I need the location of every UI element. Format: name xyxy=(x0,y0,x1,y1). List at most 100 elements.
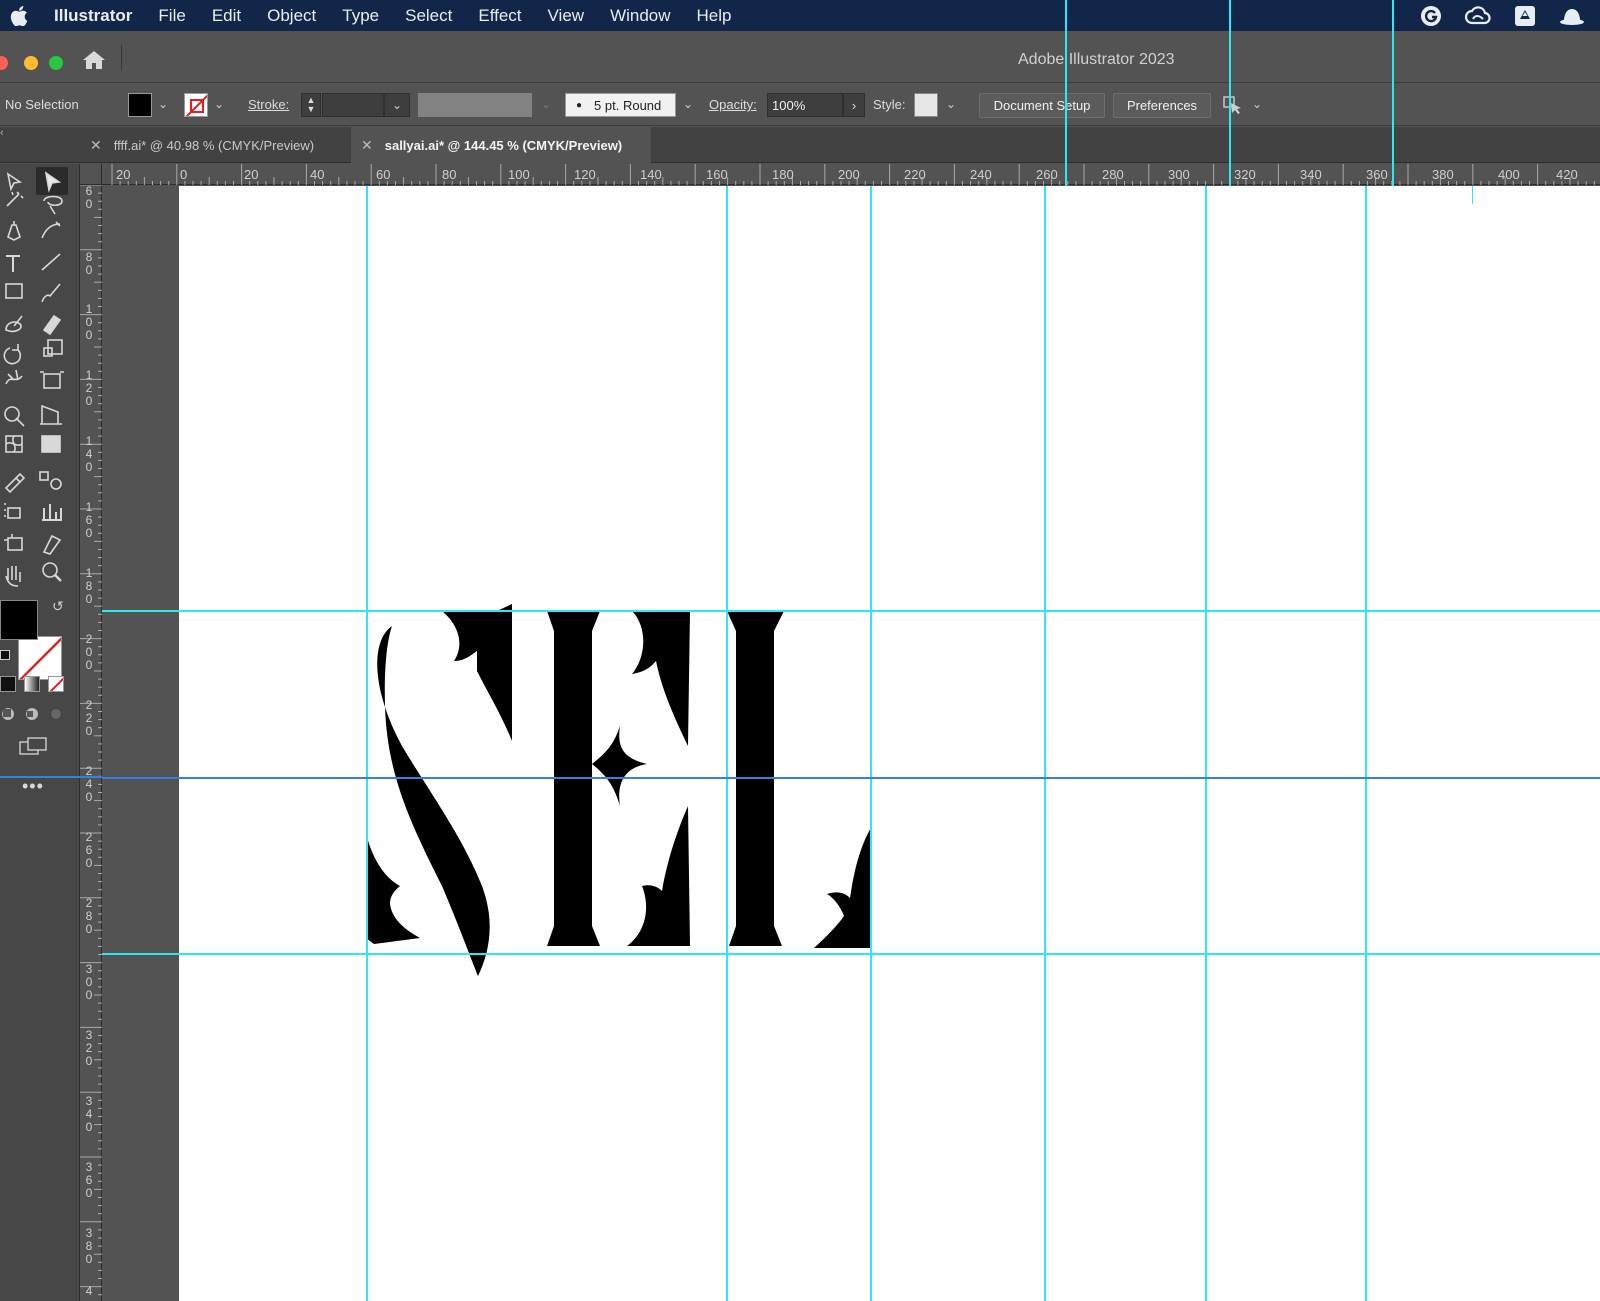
brush-dropdown-chevron-icon[interactable]: ⌄ xyxy=(683,97,693,111)
document-tab-bar: ‹ ✕ ffff.ai* @ 40.98 % (CMYK/Preview) ✕ … xyxy=(0,127,1600,163)
ruler-label: 100 xyxy=(85,302,93,342)
window-minimize-button[interactable] xyxy=(24,56,38,70)
letter-s-top xyxy=(442,604,512,741)
ruler-label: 240 xyxy=(85,764,93,804)
ruler-label: 120 xyxy=(574,167,596,182)
fill-swatch[interactable] xyxy=(128,93,152,117)
brush-dot-icon: ● xyxy=(576,99,583,111)
guide-vertical-extension xyxy=(1392,0,1394,186)
tab-label: sallyai.ai* @ 144.45 % (CMYK/Preview) xyxy=(384,137,623,153)
artwork-letters-sel[interactable] xyxy=(102,186,1600,1301)
guide-vertical[interactable] xyxy=(1205,186,1207,1301)
edit-toolbar-more-icon[interactable]: ••• xyxy=(22,776,44,797)
ruler-origin[interactable] xyxy=(80,164,102,185)
stroke-color-proxy[interactable] xyxy=(18,636,62,680)
tab-close-icon[interactable]: ✕ xyxy=(90,137,102,154)
swap-fill-stroke-icon[interactable]: ↺ xyxy=(52,598,64,615)
letter-e-top-arm xyxy=(632,611,690,746)
menu-type[interactable]: Type xyxy=(342,6,379,26)
stroke-weight-dropdown[interactable]: ⌄ xyxy=(384,93,410,117)
stroke-weight-stepper[interactable]: ▲ ▼ xyxy=(301,93,321,117)
google-drive-icon[interactable] xyxy=(1514,5,1536,27)
opacity-label[interactable]: Opacity: xyxy=(709,97,757,112)
horizontal-ruler[interactable]: 20 0 20 40 60 80 100 120 140 160 180 200… xyxy=(102,164,1600,185)
none-mode-icon[interactable] xyxy=(48,676,64,692)
draw-modes-icon[interactable] xyxy=(0,706,70,727)
guide-vertical[interactable] xyxy=(870,186,872,1301)
profile-dropdown-chevron-icon[interactable]: ⌄ xyxy=(541,97,551,111)
preferences-button[interactable]: Preferences xyxy=(1113,93,1211,118)
arrange-dropdown-chevron-icon[interactable]: ⌄ xyxy=(1252,97,1262,111)
user-hat-icon[interactable] xyxy=(1558,5,1586,27)
guide-horizontal[interactable] xyxy=(102,953,1600,955)
guide-vertical-extension xyxy=(1065,0,1067,186)
document-setup-button[interactable]: Document Setup xyxy=(979,93,1105,118)
ruler-label: 80 xyxy=(85,250,93,277)
ruler-label: 380 xyxy=(1432,167,1454,182)
menu-app-name[interactable]: Illustrator xyxy=(54,6,132,26)
ruler-label: 300 xyxy=(85,962,93,1002)
tab-ffff[interactable]: ✕ ffff.ai* @ 40.98 % (CMYK/Preview) xyxy=(80,127,350,163)
tab-sallyai[interactable]: ✕ sallyai.ai* @ 144.45 % (CMYK/Preview) xyxy=(351,127,651,163)
stroke-label[interactable]: Stroke: xyxy=(248,97,289,112)
ruler-label: 60 xyxy=(376,167,391,182)
variable-width-profile[interactable] xyxy=(418,93,532,117)
menu-help[interactable]: Help xyxy=(697,6,732,26)
ruler-label: 260 xyxy=(85,830,93,870)
menu-select[interactable]: Select xyxy=(405,6,452,26)
style-dropdown-chevron-icon[interactable]: ⌄ xyxy=(946,97,956,111)
ruler-label: 60 xyxy=(85,184,93,211)
guide-horizontal-selected[interactable] xyxy=(102,777,1600,779)
ruler-label: 140 xyxy=(640,167,662,182)
stroke-weight-input[interactable] xyxy=(322,93,384,117)
guide-vertical[interactable] xyxy=(1365,186,1367,1301)
guide-horizontal[interactable] xyxy=(102,610,1600,612)
screen-mode-icon[interactable] xyxy=(18,736,48,761)
gradient-mode-icon[interactable] xyxy=(24,676,40,692)
creative-cloud-sync-icon[interactable] xyxy=(1464,5,1492,27)
guide-marker xyxy=(1472,186,1473,204)
home-icon[interactable] xyxy=(82,49,106,76)
app-title-bar: Adobe Illustrator 2023 xyxy=(0,31,1600,83)
ruler-label: 220 xyxy=(85,698,93,738)
brush-value: 5 pt. Round xyxy=(594,97,662,113)
window-zoom-button[interactable] xyxy=(49,56,63,70)
style-label: Style: xyxy=(873,97,906,112)
graphic-style-swatch[interactable] xyxy=(914,93,938,117)
opacity-input[interactable]: 100% xyxy=(767,93,843,117)
ruler-label: 320 xyxy=(85,1028,93,1068)
grammarly-icon[interactable] xyxy=(1420,5,1442,27)
menu-file[interactable]: File xyxy=(158,6,185,26)
menu-effect[interactable]: Effect xyxy=(478,6,521,26)
menu-edit[interactable]: Edit xyxy=(212,6,241,26)
brush-definition-field[interactable]: ● 5 pt. Round xyxy=(565,93,676,117)
arrange-documents-icon[interactable] xyxy=(1222,95,1244,118)
menu-window[interactable]: Window xyxy=(610,6,670,26)
guide-vertical[interactable] xyxy=(726,186,728,1301)
ruler-label: 380 xyxy=(85,1226,93,1266)
color-mode-icon[interactable] xyxy=(0,676,16,692)
menu-view[interactable]: View xyxy=(548,6,585,26)
guide-vertical[interactable] xyxy=(366,186,368,1301)
stroke-dropdown-chevron-icon[interactable]: ⌄ xyxy=(214,97,224,111)
guide-horizontal-extension xyxy=(0,776,102,778)
menu-object[interactable]: Object xyxy=(267,6,316,26)
panel-collapse-icon[interactable]: ‹ xyxy=(0,127,4,139)
ruler-label: 200 xyxy=(838,167,860,182)
ruler-label: 80 xyxy=(442,167,457,182)
stroke-swatch-none[interactable] xyxy=(184,93,208,117)
tab-label: ffff.ai* @ 40.98 % (CMYK/Preview) xyxy=(113,137,315,153)
guide-vertical[interactable] xyxy=(1044,186,1046,1301)
opacity-expand-arrow-icon[interactable]: › xyxy=(843,93,865,117)
apple-icon[interactable] xyxy=(10,5,32,26)
letter-e-middle xyxy=(592,726,647,806)
vertical-ruler[interactable]: 60 80 100 120 140 160 180 200 220 240 26… xyxy=(80,185,102,1301)
letter-l-foot xyxy=(814,826,872,948)
fill-color-proxy[interactable] xyxy=(0,600,38,640)
fill-dropdown-chevron-icon[interactable]: ⌄ xyxy=(158,97,168,111)
ruler-label: 260 xyxy=(1036,167,1058,182)
window-title: Adobe Illustrator 2023 xyxy=(1018,51,1175,68)
tab-close-icon[interactable]: ✕ xyxy=(361,137,373,154)
pasteboard[interactable] xyxy=(102,186,1600,1301)
default-colors-icon[interactable] xyxy=(0,650,10,660)
